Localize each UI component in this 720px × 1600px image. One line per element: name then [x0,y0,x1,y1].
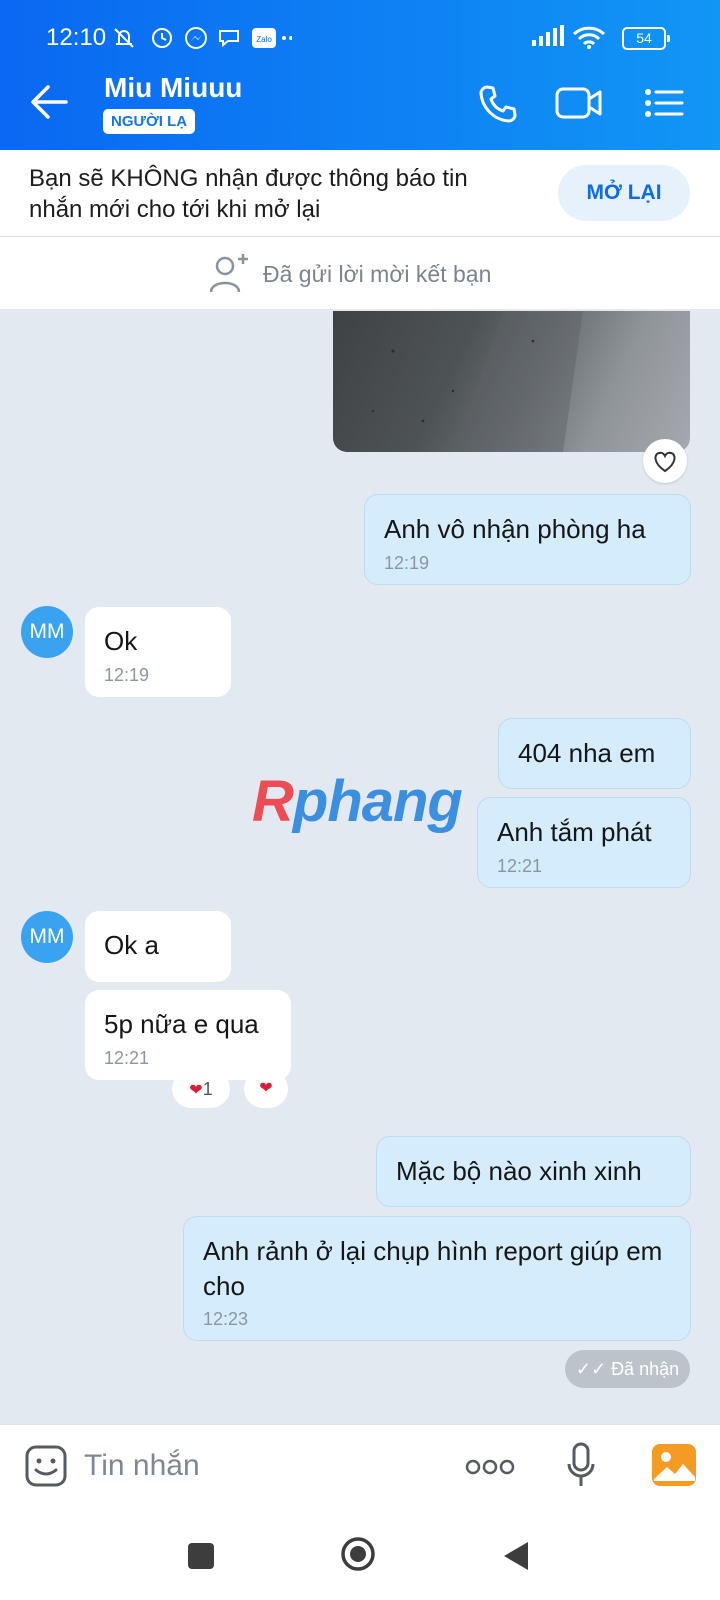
react-heart-button[interactable] [643,439,687,483]
message-text: Anh rảnh ở lại chụp hình report giúp em … [203,1236,663,1301]
menu-list-icon[interactable] [644,88,684,123]
heart-icon: ❤ [189,1082,203,1099]
message-time: 12:21 [497,856,543,876]
mute-notice-banner: Bạn sẽ KHÔNG nhận được thông báo tin nhắ… [0,150,720,237]
message-incoming[interactable]: 5p nữa e qua 12:21 [85,990,291,1080]
video-call-icon[interactable] [555,86,603,125]
avatar[interactable]: MM [21,911,73,963]
watermark-logo: Rphang [252,769,463,834]
message-time: 12:19 [104,665,150,685]
contact-name[interactable]: Miu Miuuu [104,72,242,104]
chat-header: 12:10 Zalo 54 Miu Miuuu NGƯỜI LẠ [0,0,720,150]
avatar[interactable]: MM [21,606,73,658]
message-time: 12:23 [203,1309,249,1329]
message-outgoing[interactable]: 404 nha em [498,718,691,789]
reaction-count: 1 [202,1079,213,1099]
message-text: Anh tắm phát [497,817,652,847]
add-friend-icon [209,252,251,299]
zalo-app-label: Zalo [256,35,272,44]
sticker-icon[interactable] [24,1444,68,1493]
message-outgoing[interactable]: Anh rảnh ở lại chụp hình report giúp em … [183,1216,691,1341]
photo-texture [371,311,583,452]
message-time: 12:19 [384,553,430,573]
message-text: 5p nữa e qua [104,1009,259,1039]
battery-indicator: 54 [622,27,670,50]
phone-call-icon[interactable] [478,84,518,129]
message-incoming[interactable]: Ok a [85,911,231,982]
wifi-icon [572,25,606,54]
heart-outline-icon [654,451,676,473]
double-check-icon: ✓✓ [575,1359,607,1379]
recent-apps-button[interactable] [188,1543,214,1569]
friend-request-text: Đã gửi lời mời kết bạn [263,261,492,287]
home-button[interactable] [340,1536,376,1572]
image-gallery-icon[interactable] [651,1443,697,1492]
back-arrow-icon[interactable] [30,84,68,125]
message-text: 404 nha em [518,738,656,768]
system-navigation-bar [0,1506,720,1600]
message-text: Mặc bộ nào xinh xinh [396,1156,642,1186]
friend-request-bar: Đã gửi lời mời kết bạn [0,237,720,309]
message-text: Anh vô nhận phòng ha [384,514,646,544]
message-input-bar: Tin nhắn [0,1424,720,1507]
message-text: Ok [104,626,138,656]
mute-notice-text: Bạn sẽ KHÔNG nhận được thông báo tin nhắ… [29,165,468,223]
status-notification-icons: Zalo [112,26,293,55]
back-button[interactable] [502,1540,530,1577]
reaction-count-badge[interactable]: ❤1 [172,1070,230,1108]
message-time: 12:21 [104,1048,150,1068]
microphone-icon[interactable] [566,1442,596,1495]
stranger-badge: NGƯỜI LẠ [103,109,196,134]
status-time: 12:10 [46,24,107,51]
delivery-status-text: Đã nhận [611,1359,680,1379]
message-outgoing[interactable]: Anh vô nhận phòng ha 12:19 [364,494,691,585]
delivery-status-badge: ✓✓ Đã nhận [565,1350,690,1388]
heart-icon: ❤ [259,1080,273,1097]
message-text: Ok a [104,930,159,960]
message-outgoing[interactable]: Anh tắm phát 12:21 [477,797,691,888]
message-incoming[interactable]: Ok 12:19 [85,607,231,697]
reopen-button[interactable]: MỞ LẠI [558,165,690,221]
message-outgoing[interactable]: Mặc bộ nào xinh xinh [376,1136,691,1207]
signal-icon [532,25,564,52]
message-input[interactable]: Tin nhắn [84,1449,200,1483]
more-options-icon[interactable] [465,1459,515,1480]
react-heart-button[interactable]: ❤ [244,1070,288,1108]
notification-icons: Zalo [114,27,293,49]
sent-photo[interactable] [333,311,690,452]
